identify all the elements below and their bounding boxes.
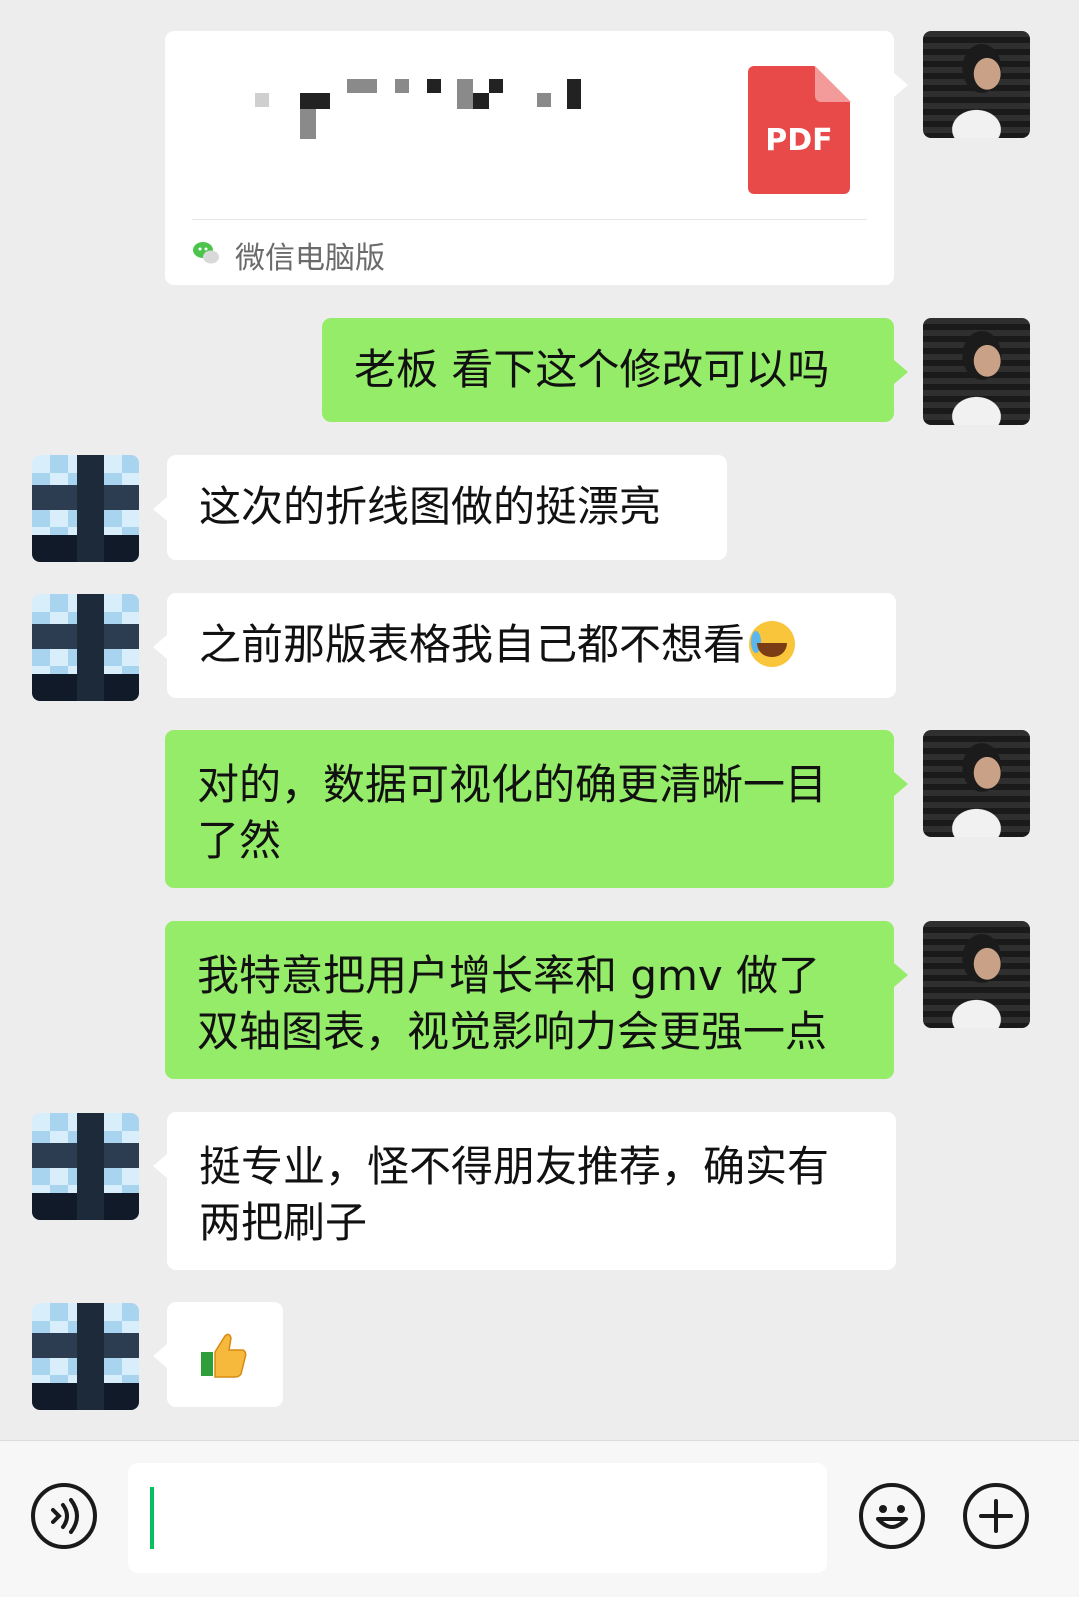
message-text-line: 两把刷子 (199, 1198, 368, 1247)
message-text-line: 双轴图表，视觉影响力会更强一点 (197, 1007, 828, 1056)
contact-avatar[interactable] (32, 455, 139, 562)
message-bubble-mine[interactable]: 老板 看下这个修改可以吗 (322, 318, 908, 422)
pdf-fold-icon (815, 66, 851, 102)
my-avatar[interactable] (923, 31, 1030, 138)
my-avatar[interactable] (923, 730, 1030, 837)
plus-icon (979, 1499, 1013, 1533)
smiley-icon (876, 1505, 908, 1529)
text-cursor (150, 1487, 154, 1549)
chat-area: PDF 微信电脑版 老板 看下这个修改可以吗 这次的折线图做的挺漂亮 之前那版表… (0, 0, 1079, 1466)
message-text-line: 对的，数据可视化的确更清晰一目 (197, 760, 828, 809)
wechat-icon (193, 242, 219, 264)
contact-avatar[interactable] (32, 594, 139, 701)
message-text: 之前那版表格我自己都不想看 (199, 620, 746, 669)
file-type-label: PDF (765, 123, 833, 158)
thumbs-up-icon (201, 1333, 247, 1378)
file-message-card[interactable]: PDF 微信电脑版 (165, 31, 908, 285)
message-bubble-contact[interactable]: 这次的折线图做的挺漂亮 (153, 455, 727, 560)
contact-avatar[interactable] (32, 1113, 139, 1220)
card-divider (192, 219, 867, 220)
contact-avatar[interactable] (32, 1303, 139, 1410)
more-button[interactable] (963, 1483, 1029, 1549)
input-bar (0, 1440, 1079, 1597)
message-bubble-contact[interactable]: 挺专业，怪不得朋友推荐，确实有 两把刷子 (153, 1112, 896, 1270)
message-text-line: 挺专业，怪不得朋友推荐，确实有 (199, 1142, 830, 1191)
loudly-crying-face-icon (749, 621, 796, 667)
message-bubble-mine[interactable]: 对的，数据可视化的确更清晰一目 了然 (165, 730, 908, 888)
message-text-line: 了然 (197, 816, 282, 865)
source-label: 微信电脑版 (235, 241, 385, 276)
voice-icon (51, 1498, 79, 1534)
message-input[interactable] (128, 1463, 827, 1573)
message-bubble-mine[interactable]: 我特意把用户增长率和 gmv 做了 双轴图表，视觉影响力会更强一点 (165, 921, 908, 1079)
message-text: 这次的折线图做的挺漂亮 (199, 482, 662, 531)
my-avatar[interactable] (923, 921, 1030, 1028)
emoji-button[interactable] (859, 1483, 925, 1549)
voice-button[interactable] (31, 1483, 97, 1549)
message-bubble-contact[interactable]: 之前那版表格我自己都不想看 (153, 593, 896, 698)
message-text: 老板 看下这个修改可以吗 (354, 345, 830, 394)
message-text-line: 我特意把用户增长率和 gmv 做了 (197, 951, 821, 1000)
message-bubble-contact[interactable] (153, 1302, 283, 1407)
my-avatar[interactable] (923, 318, 1030, 425)
